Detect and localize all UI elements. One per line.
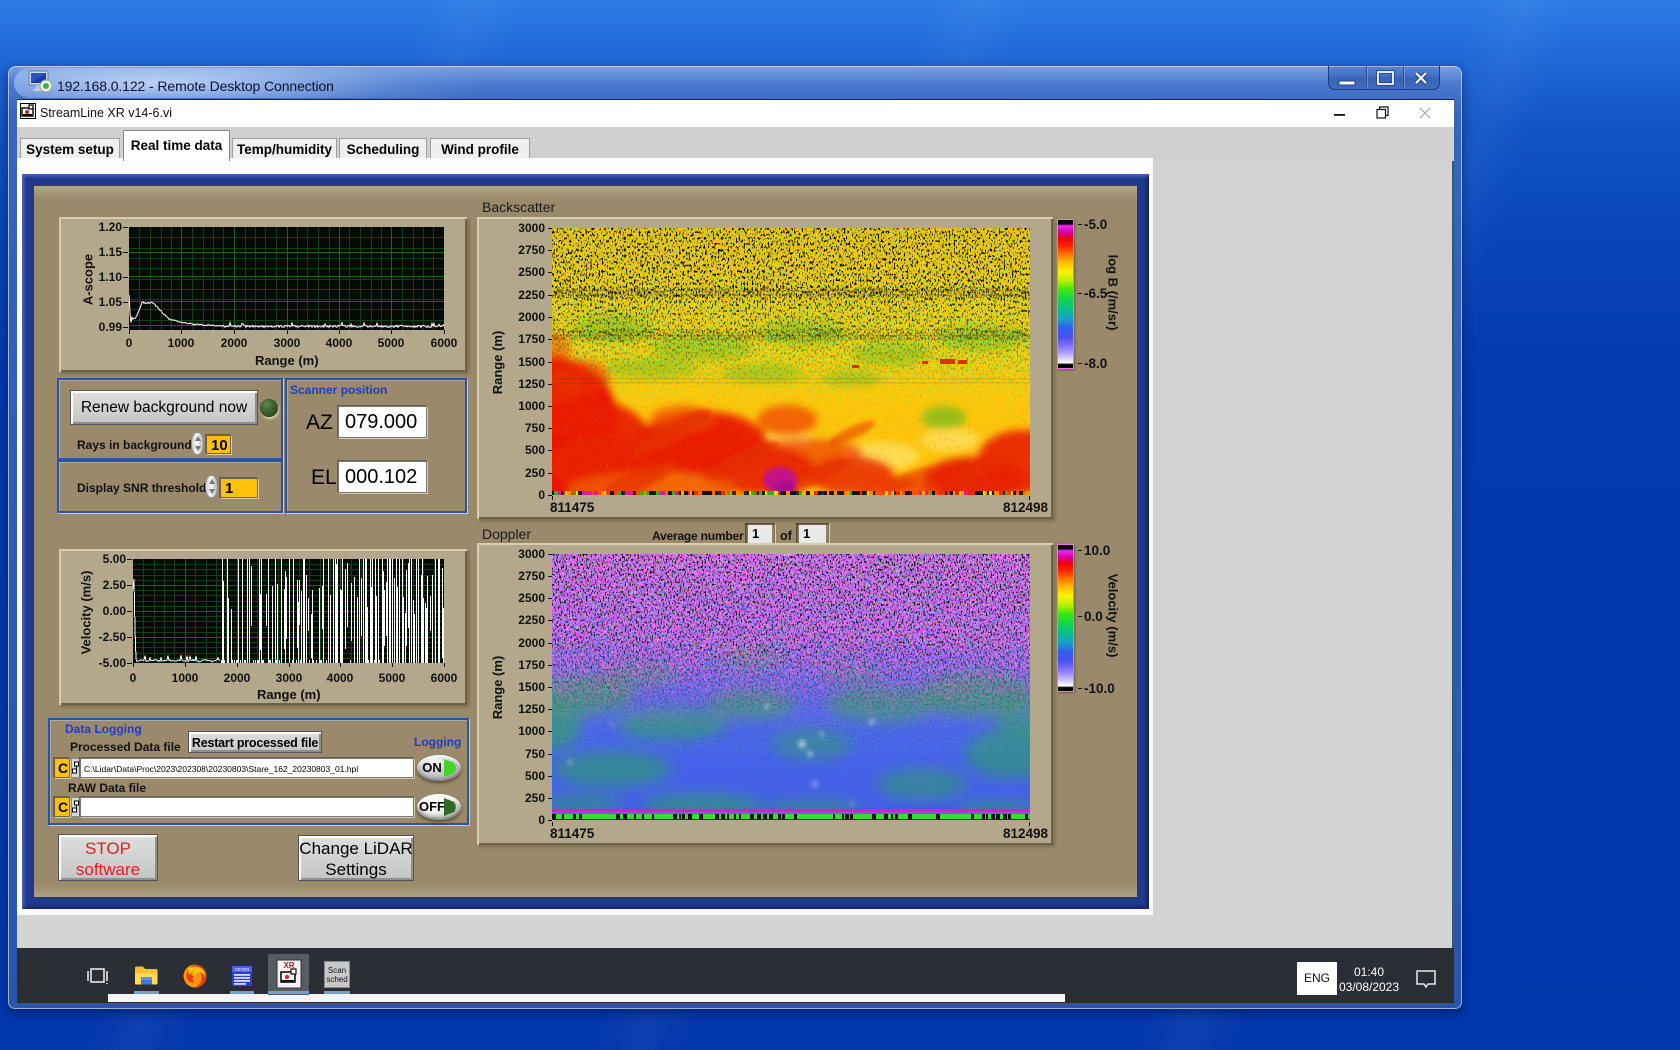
svg-text:VETER: VETER [234, 967, 250, 972]
